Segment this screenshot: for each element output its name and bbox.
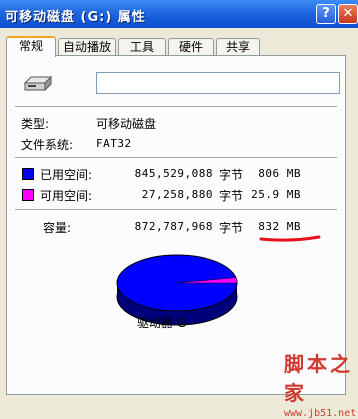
free-space-size: 25.9 MB (251, 188, 301, 201)
drive-label: 驱动器 G (137, 316, 187, 330)
filesystem-value: FAT32 (96, 137, 132, 150)
type-value: 可移动磁盘 (96, 117, 157, 131)
tab-autoplay[interactable]: 自动播放 (58, 38, 116, 56)
capacity-unit: 字节 (219, 221, 244, 235)
window-title: 可移动磁盘 (G:) 属性 (5, 10, 146, 25)
tab-sharing[interactable]: 共享 (216, 38, 260, 56)
used-space-label: 已用空间: (40, 168, 93, 182)
divider (15, 157, 337, 159)
drive-name-input[interactable] (96, 72, 340, 94)
capacity-label: 容量: (43, 221, 72, 235)
free-space-bytes: 27,258,880 (141, 188, 213, 201)
tab-hardware[interactable]: 硬件 (168, 38, 214, 56)
title-bar: 可移动磁盘 (G:) 属性 ? ✕ (0, 0, 358, 28)
filesystem-label: 文件系统: (21, 138, 74, 152)
capacity-size: 832 MB (258, 220, 301, 233)
used-space-swatch (22, 168, 34, 180)
watermark-url: www.jb51.net (284, 408, 357, 419)
used-space-size: 806 MB (258, 167, 301, 180)
red-underline-annotation (259, 235, 321, 242)
used-space-bytes: 845,529,088 (134, 167, 213, 180)
used-space-unit: 字节 (219, 168, 244, 182)
close-button[interactable]: ✕ (338, 4, 358, 24)
divider (15, 106, 337, 108)
free-space-swatch (22, 189, 34, 201)
help-button[interactable]: ? (316, 4, 336, 24)
free-space-unit: 字节 (219, 189, 244, 203)
removable-drive-icon (23, 75, 53, 92)
watermark: 脚本之家 www.jb51.net (284, 348, 358, 419)
free-space-label: 可用空间: (40, 189, 93, 203)
type-label: 类型: (21, 117, 50, 131)
watermark-text: 脚本之家 (284, 352, 353, 405)
capacity-bytes: 872,787,968 (134, 220, 213, 233)
divider (15, 209, 337, 211)
tab-tools[interactable]: 工具 (118, 38, 166, 56)
general-tab-panel: 类型: 可移动磁盘 文件系统: FAT32 已用空间: 845,529,088 … (6, 55, 346, 395)
tab-general[interactable]: 常规 (6, 36, 56, 57)
